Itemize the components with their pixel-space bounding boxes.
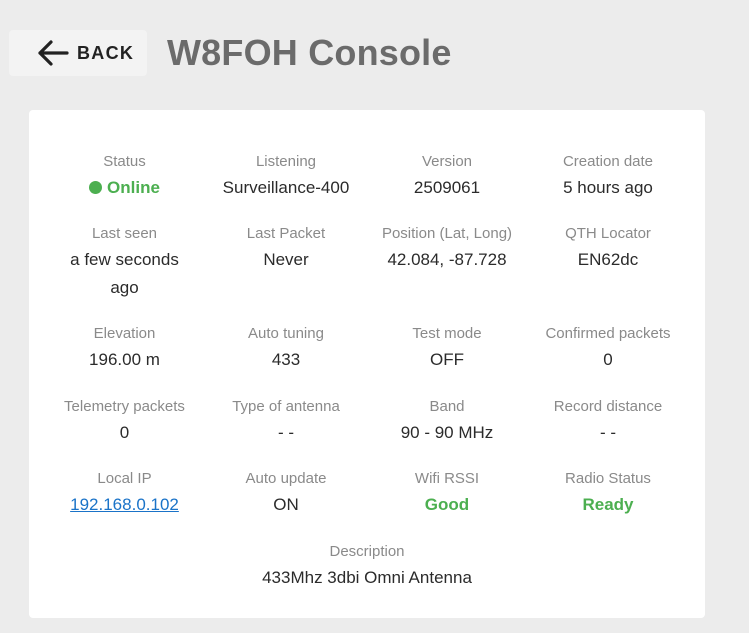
auto-tuning-value: 433 bbox=[271, 350, 301, 369]
test-mode-label: Test mode bbox=[412, 325, 482, 342]
detail-radio-status: Radio Status Ready bbox=[532, 467, 684, 539]
description-value: 433Mhz 3dbi Omni Antenna bbox=[262, 568, 472, 587]
last-seen-label: Last seen bbox=[91, 225, 158, 242]
status-value: Online bbox=[107, 178, 160, 197]
station-details-card: Status Online Listening Surveillance-400… bbox=[29, 110, 705, 618]
detail-test-mode: Test mode OFF bbox=[362, 322, 532, 395]
position-label: Position (Lat, Long) bbox=[381, 225, 513, 242]
telemetry-packets-value: 0 bbox=[119, 423, 130, 442]
antenna-type-label: Type of antenna bbox=[232, 398, 340, 415]
elevation-value: 196.00 m bbox=[89, 350, 160, 369]
confirmed-packets-label: Confirmed packets bbox=[545, 325, 671, 342]
detail-status: Status Online bbox=[39, 150, 210, 222]
radio-status-label: Radio Status bbox=[565, 470, 651, 487]
qth-locator-value: EN62dc bbox=[577, 250, 639, 269]
status-value-wrap: Online bbox=[39, 174, 210, 202]
status-dot-icon bbox=[89, 181, 103, 194]
last-packet-value: Never bbox=[263, 250, 309, 269]
elevation-label: Elevation bbox=[93, 325, 156, 342]
detail-position: Position (Lat, Long) 42.084, -87.728 bbox=[362, 222, 532, 322]
test-mode-value: OFF bbox=[430, 350, 464, 369]
detail-local-ip: Local IP 192.168.0.102 bbox=[39, 467, 210, 539]
local-ip-link[interactable]: 192.168.0.102 bbox=[70, 495, 179, 514]
header: BACK bbox=[9, 30, 147, 76]
band-value: 90 - 90 MHz bbox=[400, 423, 494, 442]
creation-date-label: Creation date bbox=[562, 153, 654, 170]
last-seen-value: a few seconds ago bbox=[70, 250, 179, 297]
version-value: 2509061 bbox=[413, 178, 481, 197]
confirmed-packets-value: 0 bbox=[603, 350, 613, 369]
detail-creation-date: Creation date 5 hours ago bbox=[532, 150, 684, 222]
record-distance-value: - - bbox=[599, 423, 617, 442]
detail-last-seen: Last seen a few seconds ago bbox=[39, 222, 210, 322]
detail-version: Version 2509061 bbox=[362, 150, 532, 222]
antenna-type-value: - - bbox=[277, 423, 295, 442]
version-label: Version bbox=[421, 153, 473, 170]
auto-tuning-label: Auto tuning bbox=[248, 325, 324, 342]
detail-wifi-rssi: Wifi RSSI Good bbox=[362, 467, 532, 539]
back-button[interactable]: BACK bbox=[9, 30, 147, 76]
description-label: Description bbox=[329, 543, 405, 560]
listening-label: Listening bbox=[255, 153, 317, 170]
local-ip-label: Local IP bbox=[97, 470, 152, 487]
auto-update-value: ON bbox=[273, 495, 299, 514]
detail-listening: Listening Surveillance-400 bbox=[210, 150, 362, 222]
wifi-rssi-label: Wifi RSSI bbox=[414, 470, 480, 487]
detail-confirmed-packets: Confirmed packets 0 bbox=[532, 322, 684, 395]
qth-locator-label: QTH Locator bbox=[565, 225, 651, 242]
details-grid: Status Online Listening Surveillance-400… bbox=[39, 150, 695, 539]
detail-elevation: Elevation 196.00 m bbox=[39, 322, 210, 395]
creation-date-value: 5 hours ago bbox=[563, 178, 653, 197]
back-button-label: BACK bbox=[77, 42, 135, 63]
telemetry-packets-label: Telemetry packets bbox=[64, 398, 185, 415]
auto-update-label: Auto update bbox=[245, 470, 327, 487]
band-label: Band bbox=[429, 398, 465, 415]
detail-auto-update: Auto update ON bbox=[210, 467, 362, 539]
radio-status-value: Ready bbox=[582, 495, 634, 514]
last-packet-label: Last Packet bbox=[246, 225, 326, 242]
detail-description: Description 433Mhz 3dbi Omni Antenna bbox=[29, 540, 705, 592]
detail-qth-locator: QTH Locator EN62dc bbox=[532, 222, 684, 322]
wifi-rssi-value: Good bbox=[424, 495, 470, 514]
listening-value: Surveillance-400 bbox=[222, 178, 350, 197]
detail-antenna-type: Type of antenna - - bbox=[210, 395, 362, 467]
record-distance-label: Record distance bbox=[553, 398, 663, 415]
detail-last-packet: Last Packet Never bbox=[210, 222, 362, 322]
arrow-left-icon bbox=[36, 36, 70, 70]
position-value: 42.084, -87.728 bbox=[387, 250, 507, 269]
page-title: W8FOH Console bbox=[167, 32, 452, 73]
detail-band: Band 90 - 90 MHz bbox=[362, 395, 532, 467]
detail-auto-tuning: Auto tuning 433 bbox=[210, 322, 362, 395]
status-label: Status bbox=[103, 153, 146, 170]
detail-telemetry-packets: Telemetry packets 0 bbox=[39, 395, 210, 467]
detail-record-distance: Record distance - - bbox=[532, 395, 684, 467]
